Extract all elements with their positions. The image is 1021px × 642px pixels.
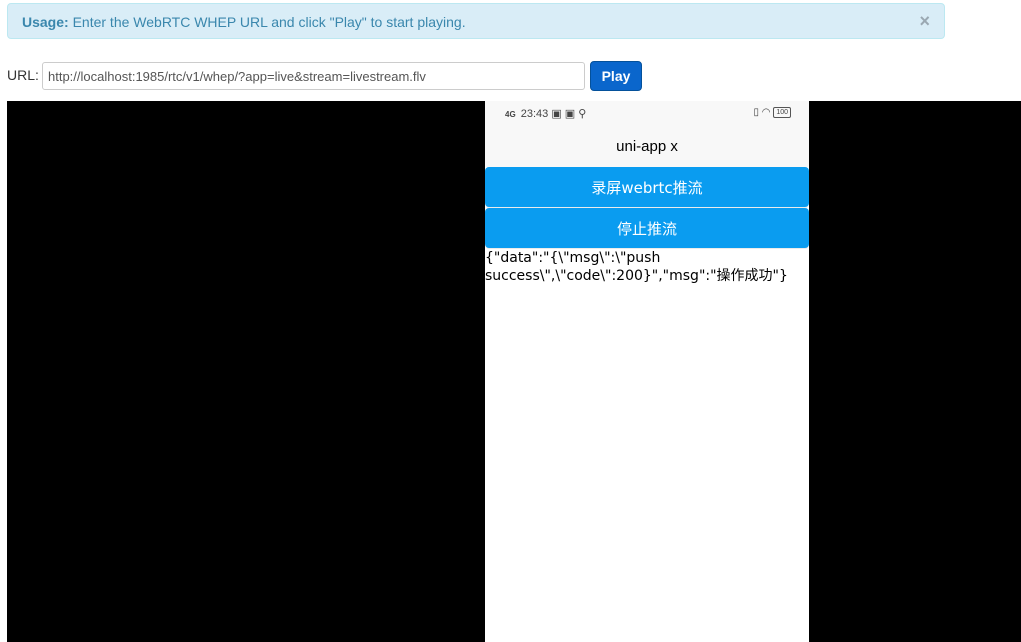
usage-label: Usage: <box>22 14 69 30</box>
usage-alert: Usage: Enter the WebRTC WHEP URL and cli… <box>7 3 945 39</box>
status-time: 23:43 <box>520 108 549 120</box>
phone-screen: 4G 23:43 ▣ ▣ ⚲ ▯ ◠ 100 uni-app x 录屏webrt… <box>485 101 809 642</box>
app-title: uni-app x <box>485 127 809 167</box>
url-label: URL: <box>7 67 39 83</box>
record-push-button[interactable]: 录屏webrtc推流 <box>485 167 809 207</box>
phone-status-bar: 4G 23:43 ▣ ▣ ⚲ ▯ ◠ 100 <box>485 101 809 127</box>
result-text: {"data":"{\"msg\":\"push success\",\"cod… <box>485 250 788 284</box>
notification-icons: ▣ ▣ ⚲ <box>551 108 587 120</box>
video-player[interactable]: 4G 23:43 ▣ ▣ ⚲ ▯ ◠ 100 uni-app x 录屏webrt… <box>7 101 1021 642</box>
status-left: 4G 23:43 ▣ ▣ ⚲ <box>505 107 586 120</box>
usage-text: Enter the WebRTC WHEP URL and click "Pla… <box>68 14 466 30</box>
close-icon[interactable]: × <box>919 12 930 30</box>
wifi-icon: ▯ ◠ <box>753 107 771 119</box>
status-right: ▯ ◠ 100 <box>754 107 791 118</box>
signal-icon: 4G <box>505 110 516 119</box>
usage-message: Usage: Enter the WebRTC WHEP URL and cli… <box>22 14 466 30</box>
url-input[interactable] <box>42 62 585 90</box>
stop-push-button[interactable]: 停止推流 <box>485 208 809 248</box>
battery-icon: 100 <box>773 107 791 118</box>
play-button[interactable]: Play <box>590 61 642 91</box>
